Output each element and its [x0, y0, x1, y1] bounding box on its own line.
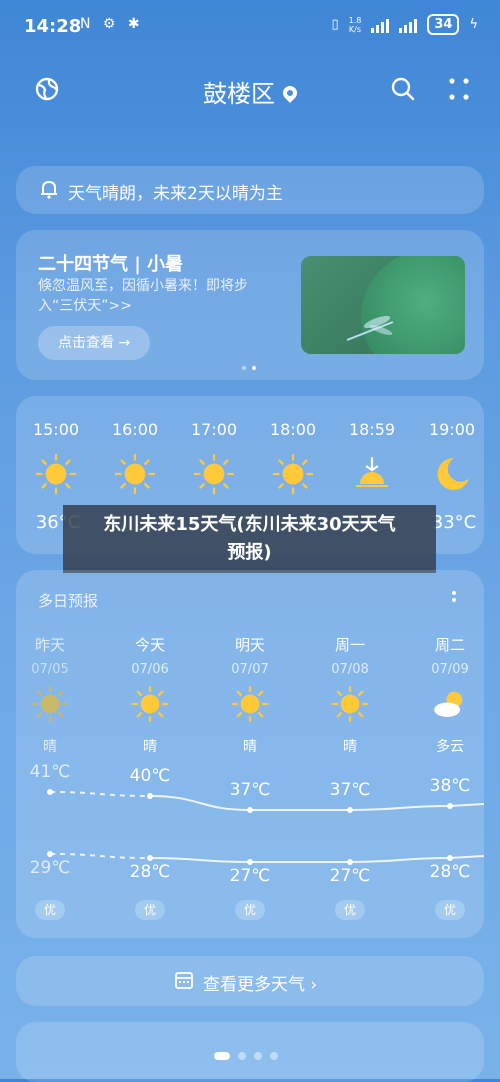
day-high-temp: 37℃ [329, 780, 371, 800]
day-date: 07/06 [131, 662, 169, 677]
day-high-temp: 40℃ [129, 766, 171, 786]
top-bar: 鼓楼区 [0, 62, 500, 118]
day-condition: 晴 [143, 739, 157, 755]
overlay-line-2: 预报) [227, 542, 272, 563]
sun-icon [131, 685, 169, 723]
sun-icon [193, 453, 235, 495]
more-weather-label: 查看更多天气 › [203, 975, 318, 995]
hour-time: 18:00 [269, 420, 317, 439]
charging-icon: ϟ [469, 17, 478, 32]
overlay-line-1: 东川未来15天气(东川未来30天天气 [103, 514, 396, 535]
aqi-badge: 优 [335, 900, 365, 920]
aqi-badge: 优 [35, 900, 65, 920]
day-low-temp: 27℃ [329, 866, 371, 886]
sun-icon [35, 453, 77, 495]
signal-2-icon [399, 17, 418, 33]
day-date: 07/07 [231, 662, 269, 677]
sun-icon [331, 685, 369, 723]
day-high-temp: 37℃ [229, 780, 271, 800]
day-date: 07/05 [31, 662, 69, 677]
aqi-badge: 优 [135, 900, 165, 920]
net-speed: 1.8 K/s [348, 15, 362, 34]
aqi-badge: 优 [435, 900, 465, 920]
day-condition: 晴 [243, 739, 257, 755]
article-title-overlay: 东川未来15天气(东川未来30天天气 预报) [63, 505, 436, 573]
sun-icon [114, 453, 156, 495]
hour-time: 17:00 [190, 420, 238, 439]
sunset-icon [352, 454, 392, 494]
solar-term-desc: 倏忽温风至，因循小暑来！即将步入“三伏天”>> [38, 278, 248, 314]
moon-icon [432, 454, 472, 494]
hour-time: 16:00 [111, 420, 159, 439]
city-selector[interactable]: 鼓楼区 [0, 74, 500, 109]
day-name: 昨天 [34, 636, 65, 654]
day-condition: 晴 [343, 739, 357, 755]
dragonfly-image [301, 256, 465, 354]
day-date: 07/09 [431, 662, 469, 677]
day-high-temp: 41℃ [29, 762, 71, 782]
location-pin-icon [280, 83, 300, 103]
day-condition: 多云 [436, 739, 464, 755]
view-details-button[interactable]: 点击查看 → [38, 326, 151, 360]
aqi-badge: 优 [235, 900, 265, 920]
day-date: 07/08 [331, 662, 369, 677]
clock: 14:28 [24, 16, 82, 37]
day-name: 周一 [334, 636, 365, 654]
battery-indicator: 34 [427, 14, 460, 35]
city-name: 鼓楼区 [203, 80, 275, 108]
day-high-temp: 38℃ [429, 776, 471, 796]
day-condition: 晴 [43, 739, 57, 755]
hour-time: 19:00 [428, 420, 476, 439]
hour-time: 18:59 [348, 420, 396, 439]
more-weather-button[interactable]: 查看更多天气 › [16, 956, 484, 1006]
day-low-temp: 27℃ [229, 866, 271, 886]
sun-icon [31, 685, 69, 723]
page-indicator [214, 1052, 278, 1060]
carousel-dots [242, 366, 256, 370]
alert-text: 天气晴朗，未来2天以晴为主 [68, 184, 283, 204]
day-name: 今天 [134, 636, 165, 654]
more-options-icon[interactable] [446, 76, 472, 102]
vibrate-icon: ▯ [331, 17, 339, 32]
day-low-temp: 29℃ [29, 858, 71, 878]
hour-time: 15:00 [32, 420, 80, 439]
day-low-temp: 28℃ [129, 862, 171, 882]
status-bar: 14:28 N ⚙ ✱ ▯ 1.8 K/s 34 ϟ [0, 0, 500, 56]
solar-term-card[interactable]: 二十四节气 | 小暑 倏忽温风至，因循小暑来！即将步入“三伏天”>> 点击查看 … [16, 230, 484, 380]
signal-icon [371, 17, 390, 33]
day-name: 周二 [434, 636, 465, 654]
notification-icons: N ⚙ ✱ [80, 16, 144, 32]
weather-alert-card[interactable]: 天气晴朗，未来2天以晴为主 [16, 166, 484, 214]
day-name: 明天 [234, 636, 265, 654]
day-low-temp: 28℃ [429, 862, 471, 882]
bell-icon [41, 180, 57, 199]
sun-icon [231, 685, 269, 723]
status-right: ▯ 1.8 K/s 34 ϟ [331, 14, 478, 35]
multi-day-forecast-card[interactable]: 多日预报 昨天 07/05 晴 41℃ 29℃ 优今天 07/06 晴 40℃ 28℃ 优明天 07/… [16, 570, 484, 938]
solar-term-title: 二十四节气 | 小暑 [38, 254, 184, 275]
calendar-icon [175, 972, 193, 989]
partly-cloudy-icon [432, 686, 468, 722]
sun-icon [272, 453, 314, 495]
search-icon[interactable] [390, 76, 416, 102]
